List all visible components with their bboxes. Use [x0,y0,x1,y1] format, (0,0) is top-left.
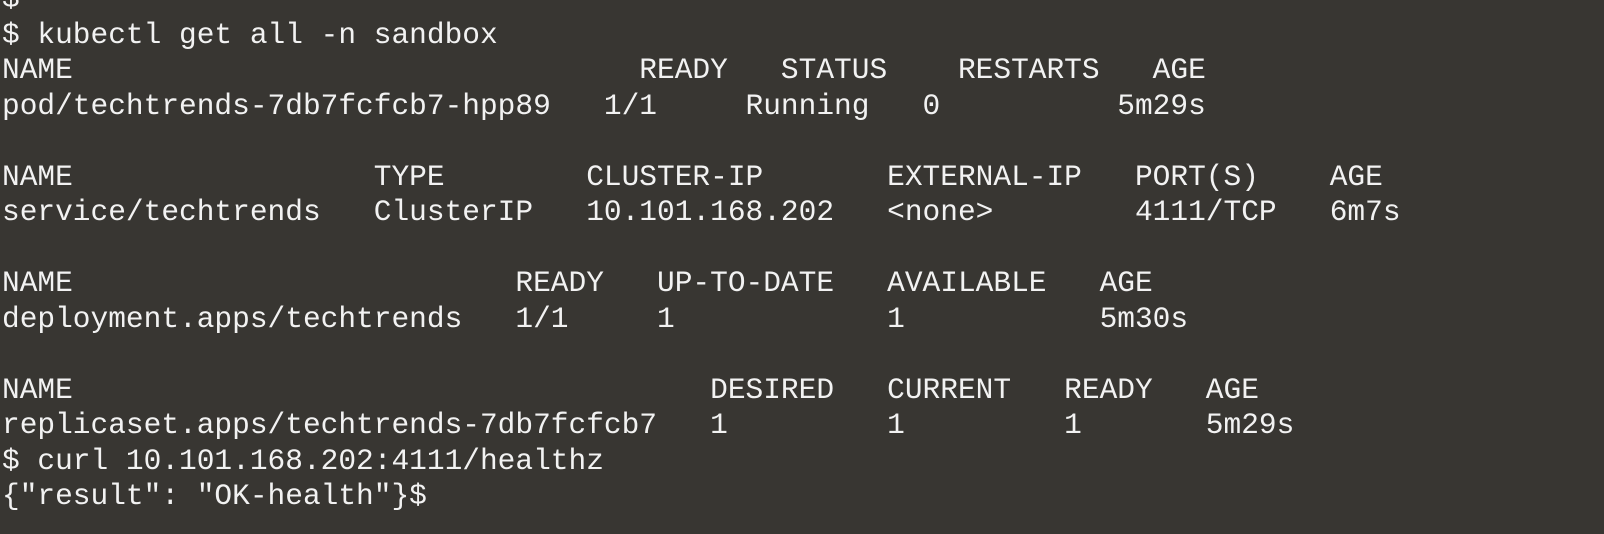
command-kubectl-get-all: $ kubectl get all -n sandbox [2,17,498,52]
prompt-line: $ [2,0,1604,18]
pod-table-header: NAME READY STATUS RESTARTS AGE [2,53,1206,87]
healthz-output-line: {"result": "OK-health"}$ [2,479,427,513]
deployment-table-header: NAME READY UP-TO-DATE AVAILABLE AGE [2,266,1153,300]
replicaset-table-header: NAME DESIRED CURRENT READY AGE [2,372,1259,407]
deployment-table-row: deployment.apps/techtrends 1/1 1 1 5m30s [2,301,1189,336]
terminal-window[interactable]: $ $ kubectl get all -n sandbox NAME READ… [0,0,1604,516]
replicaset-table-row: replicaset.apps/techtrends-7db7fcfcb7 1 … [2,408,1295,442]
service-table-header: NAME TYPE CLUSTER-IP EXTERNAL-IP PORT(S)… [2,159,1383,194]
command-curl-healthz: $ curl 10.101.168.202:4111/healthz [2,443,604,478]
pod-table-row: pod/techtrends-7db7fcfcb7-hpp89 1/1 Runn… [2,88,1206,123]
service-table-row: service/techtrends ClusterIP 10.101.168.… [2,195,1401,229]
